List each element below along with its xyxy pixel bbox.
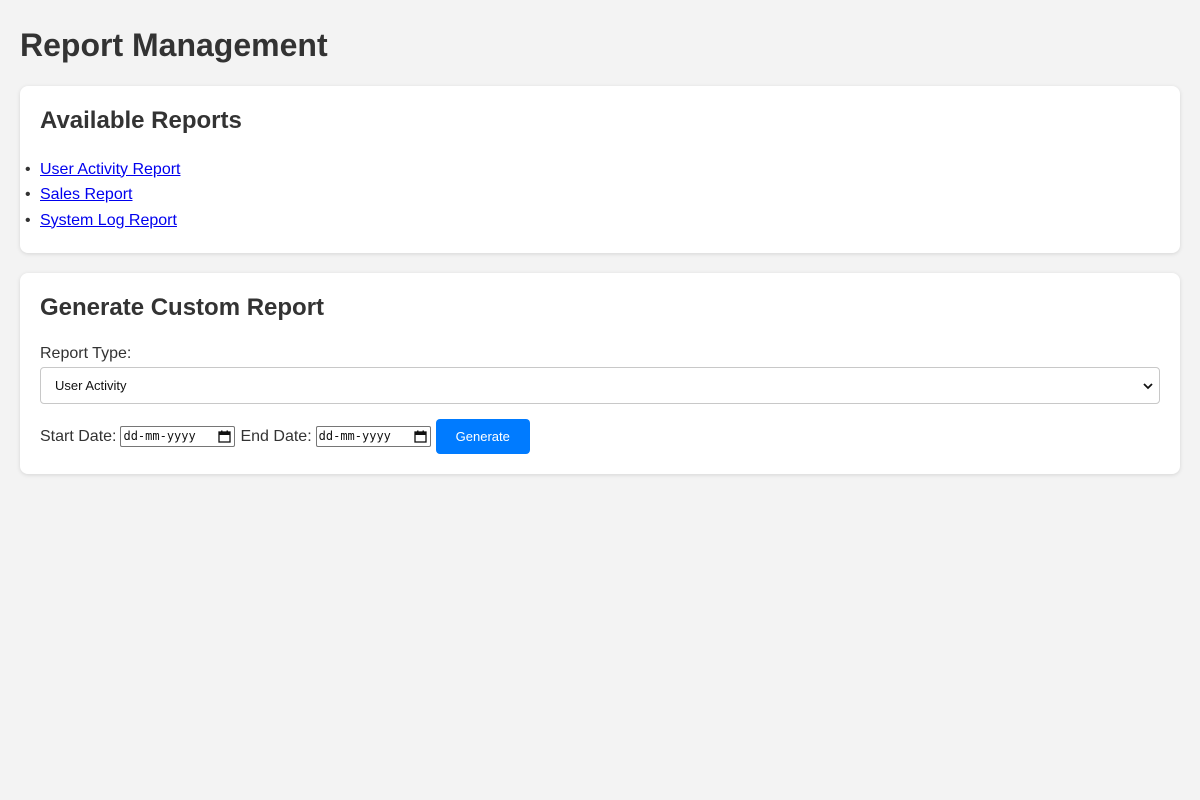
available-reports-card: Available Reports • User Activity Report… bbox=[20, 86, 1180, 254]
end-date-placeholder: dd-mm-yyyy bbox=[318, 429, 391, 444]
list-item: • Sales Report bbox=[25, 182, 1160, 208]
bullet-icon: • bbox=[25, 211, 31, 229]
bullet-icon: • bbox=[25, 160, 31, 178]
user-activity-report-link[interactable]: User Activity Report bbox=[40, 161, 180, 178]
calendar-icon[interactable] bbox=[413, 430, 427, 444]
report-list: • User Activity Report • Sales Report • … bbox=[25, 157, 1160, 234]
end-date-label: End Date: bbox=[240, 427, 312, 445]
start-date-label: Start Date: bbox=[40, 427, 117, 445]
custom-report-card: Generate Custom Report Report Type: User… bbox=[20, 273, 1180, 475]
page: Report Management Available Reports • Us… bbox=[0, 0, 1200, 514]
list-item: • User Activity Report bbox=[25, 157, 1160, 183]
date-row: Start Date: dd-mm-yyyy End Date: dd-mm-y… bbox=[40, 419, 1160, 455]
start-date-input[interactable]: dd-mm-yyyy bbox=[120, 426, 236, 448]
end-date-input[interactable]: dd-mm-yyyy bbox=[315, 426, 431, 448]
start-date-placeholder: dd-mm-yyyy bbox=[123, 429, 196, 444]
generate-button[interactable]: Generate bbox=[435, 419, 530, 455]
custom-report-title: Generate Custom Report bbox=[40, 294, 325, 322]
available-reports-title: Available Reports bbox=[40, 107, 242, 135]
calendar-icon[interactable] bbox=[218, 430, 232, 444]
report-type-select[interactable]: User Activity bbox=[40, 367, 1160, 405]
page-title: Report Management bbox=[20, 27, 328, 63]
report-type-value: User Activity bbox=[55, 378, 127, 394]
chevron-down-icon bbox=[1143, 383, 1153, 390]
sales-report-link[interactable]: Sales Report bbox=[40, 186, 133, 203]
bullet-icon: • bbox=[25, 186, 31, 204]
system-log-report-link[interactable]: System Log Report bbox=[40, 212, 177, 229]
report-type-label: Report Type: bbox=[40, 345, 132, 363]
list-item: • System Log Report bbox=[25, 208, 1160, 234]
